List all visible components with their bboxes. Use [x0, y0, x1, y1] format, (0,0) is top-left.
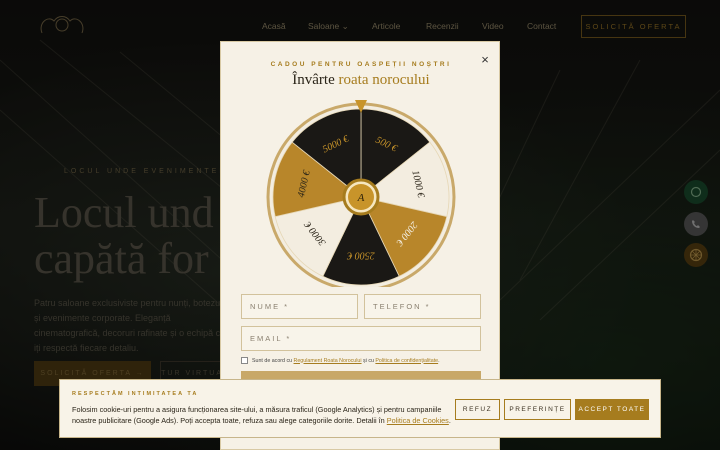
modal-title-plain: Învârte — [292, 72, 339, 88]
prize-wheel[interactable]: 500 €1000 €2000 €2500 €3000 €4000 €5000 … — [265, 95, 457, 287]
modal-eyebrow: CADOU PENTRU OASPEȚII NOȘTRI — [270, 61, 452, 68]
consent-mid: și cu — [361, 357, 376, 364]
preferences-button[interactable]: PREFERINȚE — [504, 399, 571, 420]
cookie-text-end: . — [448, 416, 451, 425]
consent-post: . — [438, 357, 440, 364]
cookie-policy-link[interactable]: Politica de Cookies — [387, 416, 449, 425]
modal-title: Învârte roata norocului — [221, 72, 501, 89]
refuse-button[interactable]: REFUZ — [455, 399, 500, 420]
wheel-segment-label: 2500 € — [346, 250, 375, 261]
consent-pre: Sunt de acord cu — [252, 357, 294, 364]
modal-title-accent: roata norocului — [338, 72, 430, 88]
consent-row: Sunt de acord cu Regulament Roata Norocu… — [241, 357, 440, 364]
email-field[interactable]: EMAIL * — [241, 326, 481, 351]
accept-all-button[interactable]: ACCEPT TOATE — [575, 399, 649, 420]
consent-text: Sunt de acord cu Regulament Roata Norocu… — [252, 358, 440, 364]
rules-link[interactable]: Regulament Roata Norocului — [294, 358, 362, 364]
cookie-eyebrow: RESPECTĂM INTIMITATEA TA — [72, 391, 199, 397]
phone-field[interactable]: TELEFON * — [364, 294, 481, 319]
privacy-link[interactable]: Politica de confidențialitate — [375, 358, 438, 364]
consent-checkbox[interactable] — [241, 357, 248, 364]
name-field[interactable]: NUME * — [241, 294, 358, 319]
wheel-hub-letter: A — [357, 192, 365, 204]
cookie-text: Folosim cookie-uri pentru a asigura func… — [72, 404, 462, 426]
cookie-banner: RESPECTĂM INTIMITATEA TA Folosim cookie-… — [59, 379, 661, 438]
